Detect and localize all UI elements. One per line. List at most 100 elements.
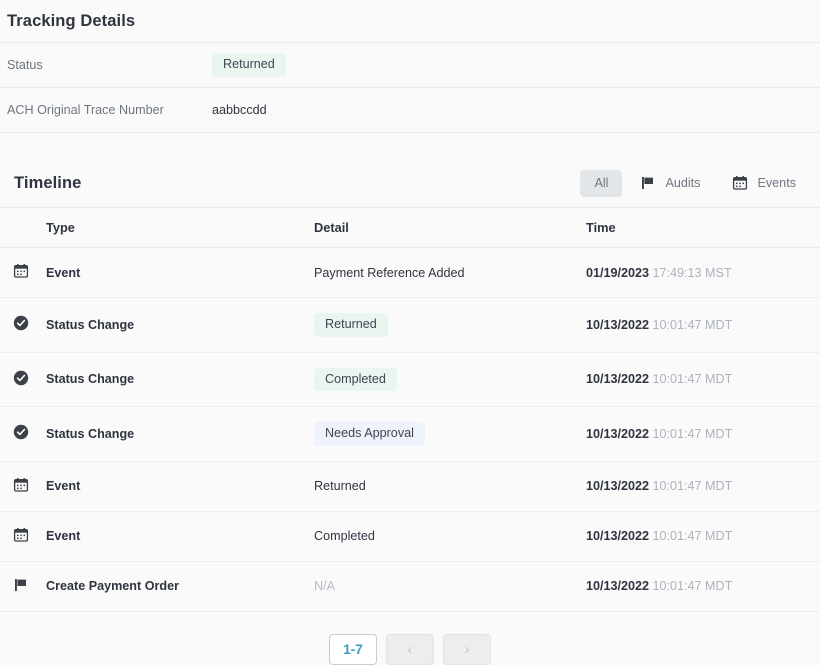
timeline-header: Timeline All Audits (0, 159, 820, 207)
row-detail-label: Returned (314, 479, 366, 493)
row-type-cell: Status Change (46, 352, 314, 407)
row-detail-cell: Payment Reference Added (314, 248, 586, 298)
row-detail-badge: Returned (314, 313, 388, 337)
row-type-cell: Status Change (46, 407, 314, 462)
filter-audits-button[interactable]: Audits (626, 170, 714, 197)
row-date: 10/13/2022 (586, 579, 649, 593)
row-type-cell: Status Change (46, 298, 314, 353)
row-icon-cell (0, 248, 46, 298)
row-time: 10:01:47 MDT (653, 372, 733, 386)
table-row[interactable]: Event Payment Reference Added 01/19/2023 1… (0, 248, 820, 298)
detail-row-status: Status Returned (0, 43, 820, 87)
row-date: 10/13/2022 (586, 427, 649, 441)
row-type-label: Event (46, 479, 80, 493)
row-time: 10:01:47 MDT (653, 479, 733, 493)
row-time: 10:01:47 MDT (653, 427, 733, 441)
calendar-icon (732, 175, 748, 191)
row-detail-label: Payment Reference Added (314, 266, 465, 280)
table-row[interactable]: Event Completed10/13/2022 10:01:47 MDT (0, 511, 820, 561)
row-time-cell: 10/13/2022 10:01:47 MDT (586, 352, 820, 407)
divider (0, 132, 820, 133)
calendar-icon (13, 263, 29, 279)
row-detail-cell: Completed (314, 352, 586, 407)
column-header-detail: Detail (314, 208, 586, 248)
row-icon-cell (0, 461, 46, 511)
row-type-label: Create Payment Order (46, 579, 179, 593)
row-time: 10:01:47 MDT (653, 529, 733, 543)
tracking-details-section: Tracking Details Status Returned ACH Ori… (0, 0, 820, 133)
table-body: Event Payment Reference Added 01/19/2023 1… (0, 248, 820, 612)
pagination: 1-7 ‹ › (0, 634, 820, 665)
timeline-table: Type Detail Time Event Payment Reference … (0, 207, 820, 612)
row-time-cell: 10/13/2022 10:01:47 MDT (586, 561, 820, 611)
row-time-cell: 10/13/2022 10:01:47 MDT (586, 461, 820, 511)
row-type-label: Status Change (46, 318, 134, 332)
row-date: 10/13/2022 (586, 372, 649, 386)
table-row[interactable]: Status Change Needs Approval 10/13/2022 10… (0, 407, 820, 462)
row-type-label: Event (46, 266, 80, 280)
row-time: 10:01:47 MDT (653, 579, 733, 593)
table-row[interactable]: Create Payment Order N/A 10/13/2022 10:01:… (0, 561, 820, 611)
row-detail-badge: Completed (314, 368, 397, 392)
row-icon-cell (0, 298, 46, 353)
row-time: 10:01:47 MDT (653, 318, 733, 332)
column-header-time: Time (586, 208, 820, 248)
row-date: 01/19/2023 (586, 266, 649, 280)
status-badge: Returned (212, 53, 286, 77)
timeline-filter-group: All Audits (580, 170, 810, 197)
table-row[interactable]: Status Change Completed 10/13/2022 10:01:4… (0, 352, 820, 407)
row-icon-cell (0, 511, 46, 561)
row-detail-label: N/A (314, 579, 335, 593)
row-type-cell: Create Payment Order (46, 561, 314, 611)
row-detail-cell: Needs Approval (314, 407, 586, 462)
row-detail-cell: Completed (314, 511, 586, 561)
row-time-cell: 01/19/2023 17:49:13 MST (586, 248, 820, 298)
detail-label: Status (7, 58, 212, 72)
row-time-cell: 10/13/2022 10:01:47 MDT (586, 511, 820, 561)
timeline-section: Timeline All Audits (0, 159, 820, 665)
column-header-type: Type (46, 208, 314, 248)
row-date: 10/13/2022 (586, 318, 649, 332)
table-row[interactable]: Event Returned 10/13/2022 10:01:47 MDT (0, 461, 820, 511)
table-header: Type Detail Time (0, 208, 820, 248)
check-circle-icon (13, 315, 29, 331)
detail-value: Returned (212, 53, 286, 77)
row-type-label: Event (46, 529, 80, 543)
row-detail-badge: Needs Approval (314, 422, 425, 446)
row-type-cell: Event (46, 461, 314, 511)
row-detail-cell: Returned (314, 461, 586, 511)
detail-row-ach-original-trace-number: ACH Original Trace Number aabbccdd (0, 88, 820, 132)
row-detail-cell: Returned (314, 298, 586, 353)
row-icon-cell (0, 561, 46, 611)
table-row[interactable]: Status Change Returned 10/13/2022 10:01:47… (0, 298, 820, 353)
row-type-cell: Event (46, 511, 314, 561)
pagination-current-range[interactable]: 1-7 (329, 634, 377, 665)
pagination-next-button[interactable]: › (443, 634, 491, 665)
row-time-cell: 10/13/2022 10:01:47 MDT (586, 298, 820, 353)
row-type-label: Status Change (46, 427, 134, 441)
row-date: 10/13/2022 (586, 529, 649, 543)
table-header-row: Type Detail Time (0, 208, 820, 248)
filter-label: Audits (665, 176, 700, 190)
calendar-icon (13, 477, 29, 493)
row-date: 10/13/2022 (586, 479, 649, 493)
detail-label: ACH Original Trace Number (7, 103, 212, 117)
filter-events-button[interactable]: Events (718, 170, 810, 197)
row-detail-cell: N/A (314, 561, 586, 611)
row-icon-cell (0, 352, 46, 407)
row-time-cell: 10/13/2022 10:01:47 MDT (586, 407, 820, 462)
check-circle-icon (13, 424, 29, 440)
flag-icon (13, 577, 29, 593)
check-circle-icon (13, 370, 29, 386)
row-icon-cell (0, 407, 46, 462)
filter-all-button[interactable]: All (580, 170, 622, 197)
flag-icon (640, 175, 656, 191)
tracking-details-header: Tracking Details (0, 0, 820, 42)
pagination-prev-button[interactable]: ‹ (386, 634, 434, 665)
calendar-icon (13, 527, 29, 543)
detail-value: aabbccdd (212, 103, 267, 117)
timeline-title: Timeline (7, 174, 580, 193)
row-type-cell: Event (46, 248, 314, 298)
row-type-label: Status Change (46, 372, 134, 386)
filter-label: Events (757, 176, 796, 190)
